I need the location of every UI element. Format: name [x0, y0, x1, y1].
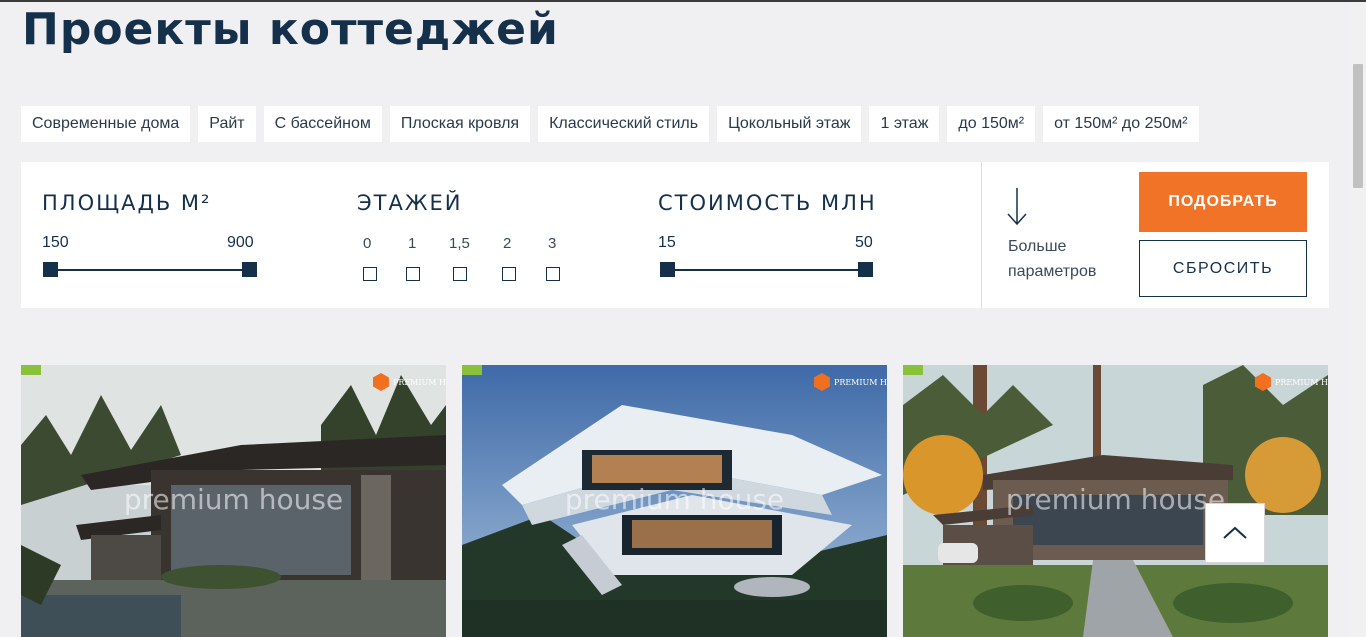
tag-under-150[interactable]: до 150м² [947, 106, 1036, 142]
more-params-label-2: параметров [1008, 263, 1097, 280]
more-params-link[interactable]: Больше параметров [1008, 234, 1096, 284]
price-min-value: 15 [658, 234, 676, 251]
new-badge [21, 365, 41, 375]
floor-label-1-5: 1,5 [449, 235, 470, 252]
filter-divider [981, 162, 982, 308]
tag-classic[interactable]: Классический стиль [538, 106, 710, 142]
price-title: СТОИМОСТЬ МЛН [658, 191, 877, 215]
area-max-value: 900 [227, 234, 254, 251]
area-min-handle[interactable] [43, 262, 58, 277]
window-top-border [0, 0, 1366, 2]
floor-label-0: 0 [363, 235, 372, 252]
floor-label-2: 2 [503, 235, 512, 252]
arrow-down-icon[interactable] [1006, 186, 1028, 226]
chevron-up-icon [1223, 526, 1247, 539]
tag-150-250[interactable]: от 150м² до 250м² [1043, 106, 1199, 142]
project-card-1[interactable]: PREMIUM H premium house [21, 365, 446, 637]
floors-title: ЭТАЖЕЙ [357, 191, 463, 215]
floor-checkbox-0[interactable] [363, 267, 377, 281]
submit-button[interactable]: ПОДОБРАТЬ [1139, 172, 1307, 232]
floor-label-3: 3 [548, 235, 557, 252]
tag-pool[interactable]: С бассейном [263, 106, 382, 142]
floor-checkbox-3[interactable] [546, 267, 560, 281]
brand-logo: PREMIUM H [813, 373, 887, 391]
area-slider-track [49, 269, 249, 271]
floor-checkbox-2[interactable] [502, 267, 516, 281]
new-badge [903, 365, 923, 375]
more-params-label-1: Больше [1008, 238, 1067, 255]
tag-modern[interactable]: Современные дома [21, 106, 191, 142]
scroll-up-button[interactable] [1205, 503, 1265, 563]
floor-label-1: 1 [408, 235, 417, 252]
area-min-value: 150 [42, 234, 69, 251]
new-badge [462, 365, 482, 375]
project-card-3[interactable]: PREMIUM H premium house [903, 365, 1328, 637]
price-min-handle[interactable] [660, 262, 675, 277]
scrollbar-thumb[interactable] [1353, 64, 1363, 188]
project-card-2[interactable]: PREMIUM H premium house [462, 365, 887, 637]
brand-logo: PREMIUM H [1254, 373, 1328, 391]
tag-basement[interactable]: Цокольный этаж [717, 106, 862, 142]
price-max-value: 50 [855, 234, 873, 251]
tag-flat-roof[interactable]: Плоская кровля [389, 106, 531, 142]
reset-button[interactable]: СБРОСИТЬ [1139, 240, 1307, 297]
watermark: premium house [123, 483, 344, 516]
brand-logo: PREMIUM H [372, 373, 446, 391]
page-scrollbar[interactable] [1350, 2, 1366, 637]
tag-wright[interactable]: Райт [198, 106, 256, 142]
watermark: premium house [564, 483, 785, 516]
price-slider-track [666, 269, 866, 271]
area-max-handle[interactable] [242, 262, 257, 277]
filter-panel: ПЛОЩАДЬ М² 150 900 ЭТАЖЕЙ 0 1 1,5 2 3 СТ… [21, 162, 1329, 308]
tag-list: Современные дома Райт С бассейном Плоска… [21, 106, 1199, 142]
floor-checkbox-1[interactable] [406, 267, 420, 281]
area-title: ПЛОЩАДЬ М² [42, 191, 212, 215]
tag-one-floor[interactable]: 1 этаж [869, 106, 940, 142]
price-max-handle[interactable] [858, 262, 873, 277]
floor-checkbox-1-5[interactable] [453, 267, 467, 281]
page-title: Проекты коттеджей [22, 4, 559, 55]
